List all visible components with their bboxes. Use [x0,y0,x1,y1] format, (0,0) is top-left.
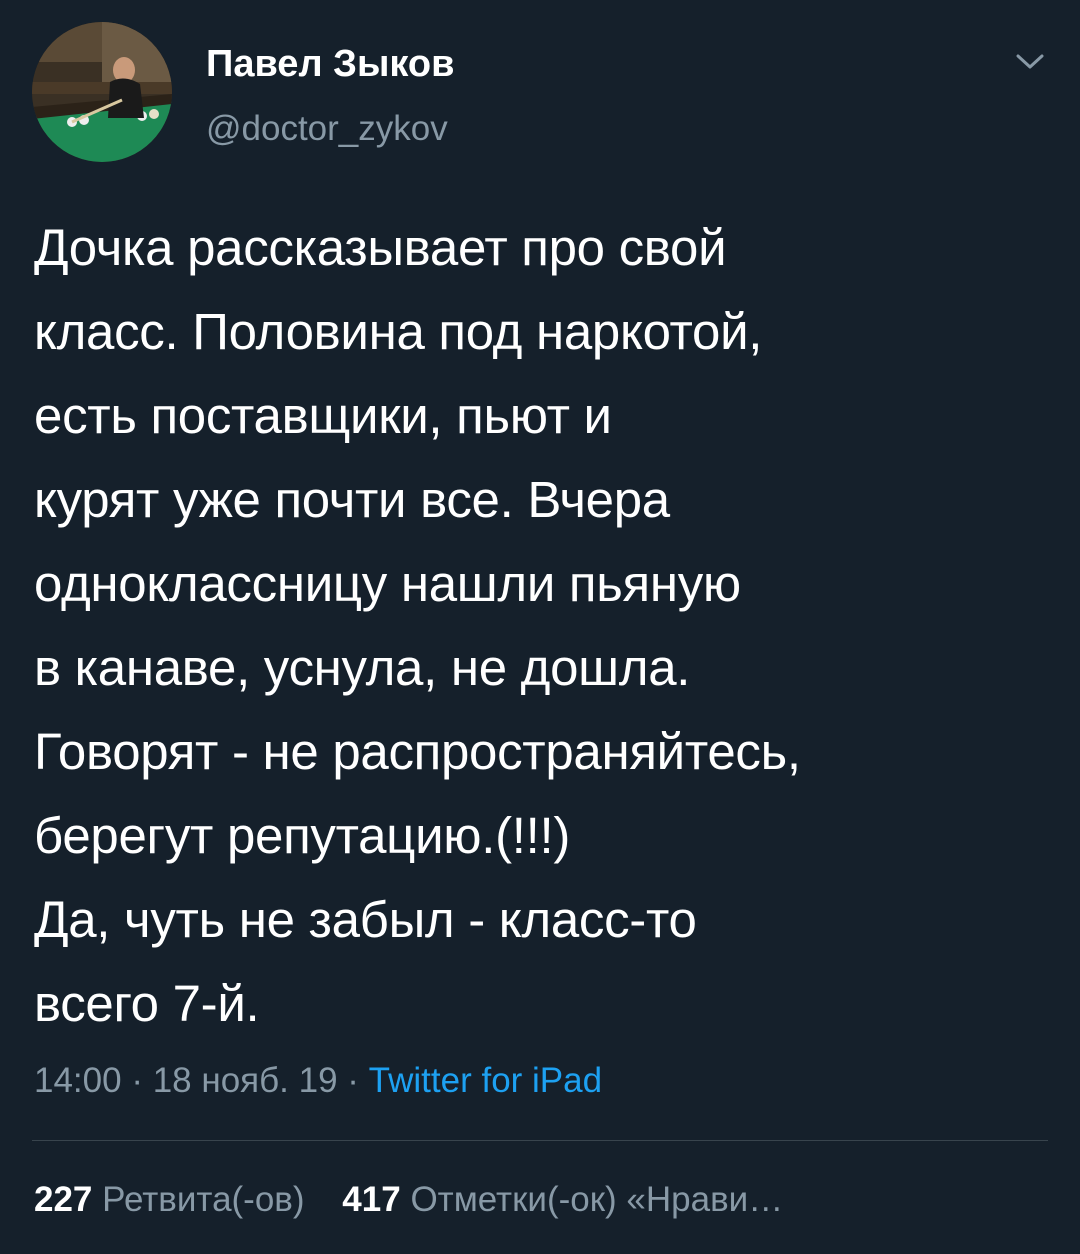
tweet-text: Дочка рассказывает про свой класс. Полов… [34,219,801,1032]
display-name[interactable]: Павел Зыков [206,42,454,86]
likes-stat[interactable]: 417 Отметки(-ок) «Нрави… [342,1172,783,1228]
tweet-source-link[interactable]: Twitter for iPad [369,1061,602,1100]
likes-label: Отметки(-ок) «Нрави… [410,1180,784,1219]
meta-separator: · [131,1061,143,1100]
tweet-time[interactable]: 14:00 [34,1061,122,1100]
tweet-date[interactable]: 18 нояб. 19 [153,1061,338,1100]
avatar-image [32,22,172,162]
tweet-stats: 227 Ретвита(-ов) 417 Отметки(-ок) «Нрави… [34,1172,1048,1228]
chevron-down-icon[interactable] [1012,46,1048,76]
divider [32,1140,1048,1141]
avatar[interactable] [32,22,172,162]
tweet-meta: 14:00 · 18 нояб. 19 · Twitter for iPad [34,1056,602,1106]
retweets-label: Ретвита(-ов) [102,1180,305,1219]
likes-count: 417 [342,1180,401,1219]
tweet: Павел Зыков @doctor_zykov Дочка рассказы… [0,0,1080,1254]
user-handle[interactable]: @doctor_zykov [206,108,448,150]
meta-separator: · [347,1061,359,1100]
retweets-stat[interactable]: 227 Ретвита(-ов) [34,1172,305,1228]
tweet-header: Павел Зыков @doctor_zykov [32,22,1048,162]
retweets-count: 227 [34,1180,93,1219]
